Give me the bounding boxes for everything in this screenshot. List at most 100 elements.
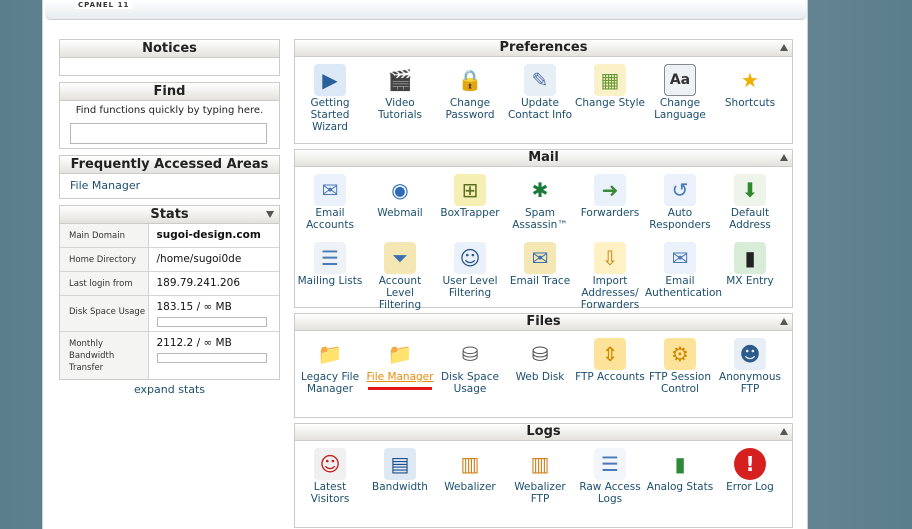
stat-value: 2112.2 / ∞ MB xyxy=(156,337,232,349)
icon-item-bandwidth[interactable]: ▤ Bandwidth xyxy=(365,448,435,516)
logs-section: Logs ☺ Latest Visitors ▤ Bandwidth ▥ Webalize… xyxy=(294,423,793,528)
icon-item-error-log[interactable]: ! Error Log xyxy=(715,448,785,516)
logs-title: Logs xyxy=(295,424,792,441)
style-icon: ▦ xyxy=(594,64,626,96)
icon-item-getting-started-wizard[interactable]: ▶ Getting Started Wizard xyxy=(295,64,365,133)
icon-item-update-contact-info[interactable]: ✎ Update Contact Info xyxy=(505,64,575,132)
stats-title-text: Stats xyxy=(150,207,189,222)
icon-label: Analog Stats xyxy=(646,481,714,493)
icon-label: Change Language xyxy=(654,97,706,121)
funnel-icon: ⏷ xyxy=(384,242,416,274)
icon-item-latest-visitors[interactable]: ☺ Latest Visitors xyxy=(295,448,365,516)
stats-row: Disk Space Usage 183.15 / ∞ MB xyxy=(60,295,279,332)
collapse-icon[interactable] xyxy=(266,211,274,218)
icon-item-mailing-lists[interactable]: ☰ Mailing Lists xyxy=(295,242,365,310)
icon-item-legacy-file-manager[interactable]: 📁 Legacy File Manager xyxy=(295,338,365,406)
icon-item-email-trace[interactable]: ✉ Email Trace xyxy=(505,242,575,310)
analog-chart-icon: ▮ xyxy=(674,452,686,476)
visitors-icon: ☺ xyxy=(314,448,346,480)
import-icon: ⇩ xyxy=(594,242,626,274)
preferences-title: Preferences xyxy=(295,40,792,57)
stats-table: Main Domain sugoi-design.com Home Direct… xyxy=(60,224,279,379)
collapse-up-icon[interactable] xyxy=(780,154,788,161)
icon-label: Webalizer xyxy=(444,481,496,493)
preferences-section: Preferences ▶ Getting Started Wizard 🎬 Vide… xyxy=(294,39,793,144)
bar-chart-icon: ▥ xyxy=(460,452,480,476)
icon-item-mx-entry[interactable]: ▮ MX Entry xyxy=(715,242,785,310)
section-title-text: Files xyxy=(526,314,561,329)
collapse-up-icon[interactable] xyxy=(780,44,788,51)
right-column: Preferences ▶ Getting Started Wizard 🎬 Vide… xyxy=(294,39,793,529)
icon-item-ftp-session-control[interactable]: ⚙ FTP Session Control xyxy=(645,338,715,406)
icon-item-spam-assassin[interactable]: ✱ Spam Assassin™ xyxy=(505,174,575,242)
icon-item-change-password[interactable]: 🔒 Change Password xyxy=(435,64,505,132)
icon-item-change-style[interactable]: ▦ Change Style xyxy=(575,64,645,132)
icon-item-file-manager[interactable]: 📁 File Manager xyxy=(365,338,435,406)
icon-item-webalizer-ftp[interactable]: ▥ Webalizer FTP xyxy=(505,448,575,516)
stats-row: Last login from 189.79.241.206 xyxy=(60,271,279,296)
top-bar: CPANEL 11 xyxy=(45,0,807,20)
icon-item-analog-stats[interactable]: ▮ Analog Stats xyxy=(645,448,715,516)
stat-label: Monthly Bandwidth Transfer xyxy=(60,331,149,379)
icon-label: Mailing Lists xyxy=(297,275,363,287)
icon-label: Error Log xyxy=(726,481,774,493)
logs-grid: ☺ Latest Visitors ▤ Bandwidth ▥ Webalizer ▥ Web… xyxy=(295,441,792,527)
icon-label: Web Disk xyxy=(515,371,565,383)
icon-label: Bandwidth xyxy=(372,481,428,493)
icon-label: FTP Session Control xyxy=(648,371,711,395)
icon-item-webalizer[interactable]: ▥ Webalizer xyxy=(435,448,505,516)
icon-label: Default Address xyxy=(729,207,771,231)
trace-icon: ✉ xyxy=(524,242,556,274)
icon-label: Account Level Filtering xyxy=(378,275,422,311)
trap-icon: ⊞ xyxy=(454,174,486,206)
icon-item-email-authentication[interactable]: ✉ Email Authentication xyxy=(645,242,723,310)
icon-item-forwarders[interactable]: ➜ Forwarders xyxy=(575,174,645,242)
user-filter-icon: ☺ xyxy=(454,242,486,274)
stat-label: Home Directory xyxy=(60,247,149,272)
collapse-up-icon[interactable] xyxy=(780,428,788,435)
icon-item-anonymous-ftp[interactable]: ☻ Anonymous FTP xyxy=(715,338,785,406)
icon-item-ftp-accounts[interactable]: ⇕ FTP Accounts xyxy=(575,338,645,406)
document-icon: ☰ xyxy=(594,448,626,480)
faa-link-file-manager[interactable]: File Manager xyxy=(60,174,279,198)
left-column: Notices Find Find functions quickly by t… xyxy=(59,39,280,396)
icon-item-account-level-filtering[interactable]: ⏷ Account Level Filtering xyxy=(365,242,435,311)
stat-value: 189.79.241.206 xyxy=(148,271,279,296)
icon-item-video-tutorials[interactable]: 🎬 Video Tutorials xyxy=(365,64,435,132)
stat-value: 183.15 / ∞ MB xyxy=(156,301,232,313)
icon-label: Change Password xyxy=(445,97,495,121)
icon-item-boxtrapper[interactable]: ⊞ BoxTrapper xyxy=(435,174,505,242)
icon-item-email-accounts[interactable]: ✉ Email Accounts xyxy=(295,174,365,242)
stats-row: Home Directory /home/sugoi0de xyxy=(60,247,279,272)
icon-item-disk-space-usage[interactable]: ⛁ Disk Space Usage xyxy=(435,338,505,406)
section-title-text: Logs xyxy=(526,424,561,439)
icon-label: Auto Responders xyxy=(649,207,711,231)
icon-label: MX Entry xyxy=(726,275,774,287)
autoresponder-icon: ↺ xyxy=(664,174,696,206)
cpanel-logo: CPANEL 11 xyxy=(75,1,133,9)
icon-item-auto-responders[interactable]: ↺ Auto Responders xyxy=(645,174,715,242)
icon-label: Anonymous FTP xyxy=(719,371,781,395)
icon-item-change-language[interactable]: Aa Change Language xyxy=(645,64,715,132)
find-input[interactable] xyxy=(70,123,267,144)
language-icon: Aa xyxy=(664,64,696,96)
icon-label: Disk Space Usage xyxy=(441,371,499,395)
icon-item-web-disk[interactable]: ⛁ Web Disk xyxy=(505,338,575,406)
icon-item-user-level-filtering[interactable]: ☺ User Level Filtering xyxy=(435,242,505,310)
envelope-icon: ✉ xyxy=(314,174,346,206)
collapse-up-icon[interactable] xyxy=(780,318,788,325)
icon-item-import-addresses-forwarders[interactable]: ⇩ Import Addresses/ Forwarders xyxy=(575,242,645,311)
icon-label: BoxTrapper xyxy=(440,207,500,219)
icon-label: User Level Filtering xyxy=(442,275,498,299)
icon-item-default-address[interactable]: ⬇ Default Address xyxy=(715,174,785,242)
icon-item-raw-access-logs[interactable]: ☰ Raw Access Logs xyxy=(575,448,645,516)
icon-label: Update Contact Info xyxy=(507,97,573,121)
section-title-text: Preferences xyxy=(499,40,588,55)
icon-label: File Manager xyxy=(366,371,434,383)
icon-item-shortcuts[interactable]: ★ Shortcuts xyxy=(715,64,785,132)
icon-item-webmail[interactable]: ◉ Webmail xyxy=(365,174,435,242)
clapperboard-icon: 🎬 xyxy=(387,68,413,92)
icon-label: Email Authentication xyxy=(645,275,723,299)
expand-stats-link[interactable]: expand stats xyxy=(59,383,280,396)
faa-title: Frequently Accessed Areas xyxy=(60,156,279,174)
